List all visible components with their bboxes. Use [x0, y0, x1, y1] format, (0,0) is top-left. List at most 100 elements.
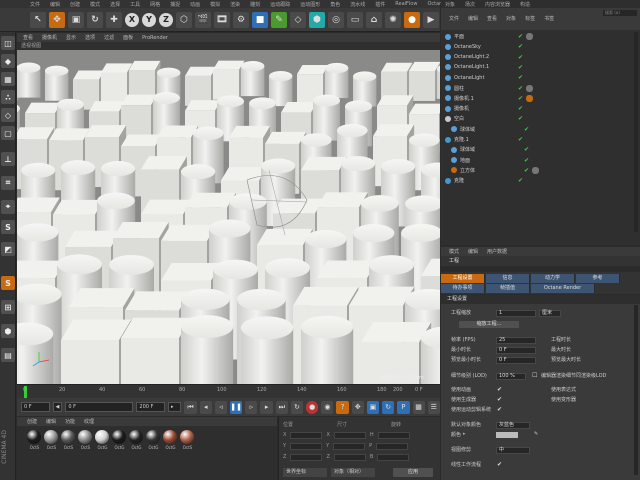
pos-y-field[interactable] — [290, 442, 323, 450]
om-menu-objects[interactable]: 对象 — [506, 15, 516, 22]
recent-tool-icon[interactable]: ✚ — [106, 11, 122, 28]
vp-menu-panel[interactable]: 面板 — [123, 34, 133, 41]
polygons-mode-icon[interactable]: ▢ — [1, 126, 15, 140]
frame-range-slider[interactable]: 0 F — [65, 402, 134, 412]
vp-menu-options[interactable]: 选项 — [85, 34, 95, 41]
object-row[interactable]: OctaneLight ✔ — [441, 73, 640, 82]
texture-mode-icon[interactable]: ▦ — [1, 72, 15, 86]
render-view-icon[interactable]: 🎬 — [195, 11, 211, 28]
menu-create[interactable]: 创建 — [70, 1, 80, 8]
tab-frame-interpolation[interactable]: 帧插值 — [486, 284, 530, 293]
object-enabled-check-icon[interactable]: ✔ — [518, 43, 523, 50]
position-key-icon[interactable]: ✥ — [351, 400, 364, 414]
coordinate-system-icon[interactable]: ⬡ — [176, 11, 192, 28]
object-row[interactable]: 平面 ✔ — [441, 32, 640, 41]
next-key-icon[interactable]: ▸ — [260, 400, 273, 414]
object-search-input[interactable]: 搜索 (o) — [603, 10, 637, 16]
render-settings-icon[interactable]: ⚙ — [233, 11, 249, 28]
object-row[interactable]: 克隆.1 ✔ — [441, 135, 640, 144]
scale-project-button[interactable]: 缩放工程... — [459, 321, 519, 328]
menu-simulate[interactable]: 模拟 — [210, 1, 220, 8]
next-frame-icon[interactable]: ▹ — [245, 400, 258, 414]
edges-mode-icon[interactable]: ◇ — [1, 108, 15, 122]
deformer-icon[interactable]: ◎ — [328, 11, 344, 28]
use-motion-checkbox[interactable]: ✔ — [497, 406, 502, 413]
loop-icon[interactable]: ↻ — [290, 400, 304, 414]
object-enabled-check-icon[interactable]: ✔ — [518, 115, 523, 122]
menu-mesh[interactable]: 网格 — [150, 1, 160, 8]
layer-icon[interactable]: ▤ — [1, 348, 15, 362]
menu-animate[interactable]: 动画 — [190, 1, 200, 8]
snap-icon[interactable]: ⌖ — [1, 200, 15, 214]
keyframe-selection-icon[interactable]: ? — [336, 400, 349, 414]
object-row[interactable]: 摄像机 ✔ — [441, 104, 640, 113]
min-time-field[interactable]: 0 F — [496, 347, 536, 354]
tab-content-browser[interactable]: 内容浏览器 — [485, 1, 510, 8]
material-slot[interactable]: OctG — [112, 430, 127, 450]
object-enabled-check-icon[interactable]: ✔ — [518, 64, 523, 71]
render-lod-checkbox[interactable]: ☐ — [532, 372, 537, 379]
make-editable-icon[interactable]: ◫ — [1, 36, 15, 50]
light-icon[interactable]: ✺ — [385, 11, 401, 28]
use-gen-checkbox[interactable]: ✔ — [497, 396, 502, 403]
tab-project-settings[interactable]: 工程设置 — [441, 274, 485, 283]
object-row[interactable]: OctaneLight.1 ✔ — [441, 63, 640, 72]
go-to-start-icon[interactable]: ⏮ — [184, 400, 197, 414]
menu-file[interactable]: 文件 — [30, 1, 40, 8]
rotation-key-icon[interactable]: ↻ — [382, 400, 395, 414]
points-mode-icon[interactable]: ∴ — [1, 90, 15, 104]
am-menu-mode[interactable]: 模式 — [449, 248, 459, 255]
menu-character[interactable]: 角色 — [330, 1, 340, 8]
apply-button[interactable]: 应用 — [393, 468, 433, 477]
eyedropper-icon[interactable]: ✎ — [534, 431, 538, 437]
default-color-select[interactable]: 灰蓝色 — [496, 422, 530, 429]
model-mode-icon[interactable]: ◆ — [1, 54, 15, 68]
tab-octane-render[interactable]: Octane Render — [531, 284, 595, 293]
object-enabled-check-icon[interactable]: ✔ — [518, 33, 523, 40]
mat-menu-create[interactable]: 创建 — [27, 418, 37, 425]
object-row[interactable]: OctaneSky ✔ — [441, 42, 640, 51]
menu-motion-tracking[interactable]: 运动跟踪 — [270, 1, 290, 8]
mat-menu-function[interactable]: 功能 — [65, 418, 75, 425]
record-icon[interactable]: ● — [306, 400, 319, 414]
object-row[interactable]: 圆柱 ✔ — [441, 84, 640, 93]
rot-b-field[interactable] — [377, 453, 410, 461]
object-row[interactable]: 地面 ✔ — [441, 156, 640, 165]
octane-icon[interactable]: ● — [404, 11, 420, 28]
pos-z-field[interactable] — [290, 453, 323, 461]
om-menu-bookmarks[interactable]: 书签 — [544, 15, 554, 22]
material-slot[interactable]: OctG — [146, 430, 161, 450]
material-slot[interactable]: OctS — [61, 430, 76, 450]
object-enabled-check-icon[interactable]: ✔ — [524, 157, 529, 164]
object-enabled-check-icon[interactable]: ✔ — [518, 136, 523, 143]
menu-sculpt[interactable]: 雕刻 — [250, 1, 260, 8]
fps-field[interactable]: 25 — [496, 337, 536, 344]
menu-realflow[interactable]: RealFlow — [395, 1, 417, 7]
prev-key-icon[interactable]: ◂ — [199, 400, 212, 414]
tab-takes[interactable]: 场次 — [465, 1, 475, 8]
om-menu-edit[interactable]: 编辑 — [468, 15, 478, 22]
start-frame-field[interactable]: 0 F — [21, 402, 50, 412]
object-row[interactable]: 摄像机.1 ✔ — [441, 94, 640, 103]
material-slot[interactable]: OctS — [27, 430, 42, 450]
autokey-icon[interactable]: ◉ — [321, 400, 334, 414]
s-orange-plugin-icon[interactable]: S — [1, 276, 15, 290]
vp-menu-filter[interactable]: 过滤 — [104, 34, 114, 41]
array-icon[interactable]: ⬢ — [309, 11, 325, 28]
om-menu-view[interactable]: 查看 — [487, 15, 497, 22]
tab-reference[interactable]: 参考 — [576, 274, 620, 283]
rot-h-field[interactable] — [377, 431, 410, 439]
attribute-scrollbar[interactable] — [634, 305, 638, 475]
rotate-tool-icon[interactable]: ↻ — [87, 11, 103, 28]
menu-mode[interactable]: 模式 — [90, 1, 100, 8]
object-row[interactable]: OctaneLight.2 ✔ — [441, 53, 640, 62]
menu-render[interactable]: 渲染 — [230, 1, 240, 8]
material-tag-icon[interactable] — [526, 33, 534, 40]
object-enabled-check-icon[interactable]: ✔ — [518, 177, 523, 184]
material-slot[interactable]: OctG — [163, 430, 178, 450]
cube-icon[interactable]: ■ — [252, 11, 268, 28]
material-tag-icon[interactable] — [532, 166, 540, 174]
workplane-icon[interactable]: ◩ — [1, 242, 15, 256]
tab-todo[interactable]: 待办事项 — [441, 284, 485, 293]
x-axis-toggle[interactable]: X — [125, 12, 139, 27]
